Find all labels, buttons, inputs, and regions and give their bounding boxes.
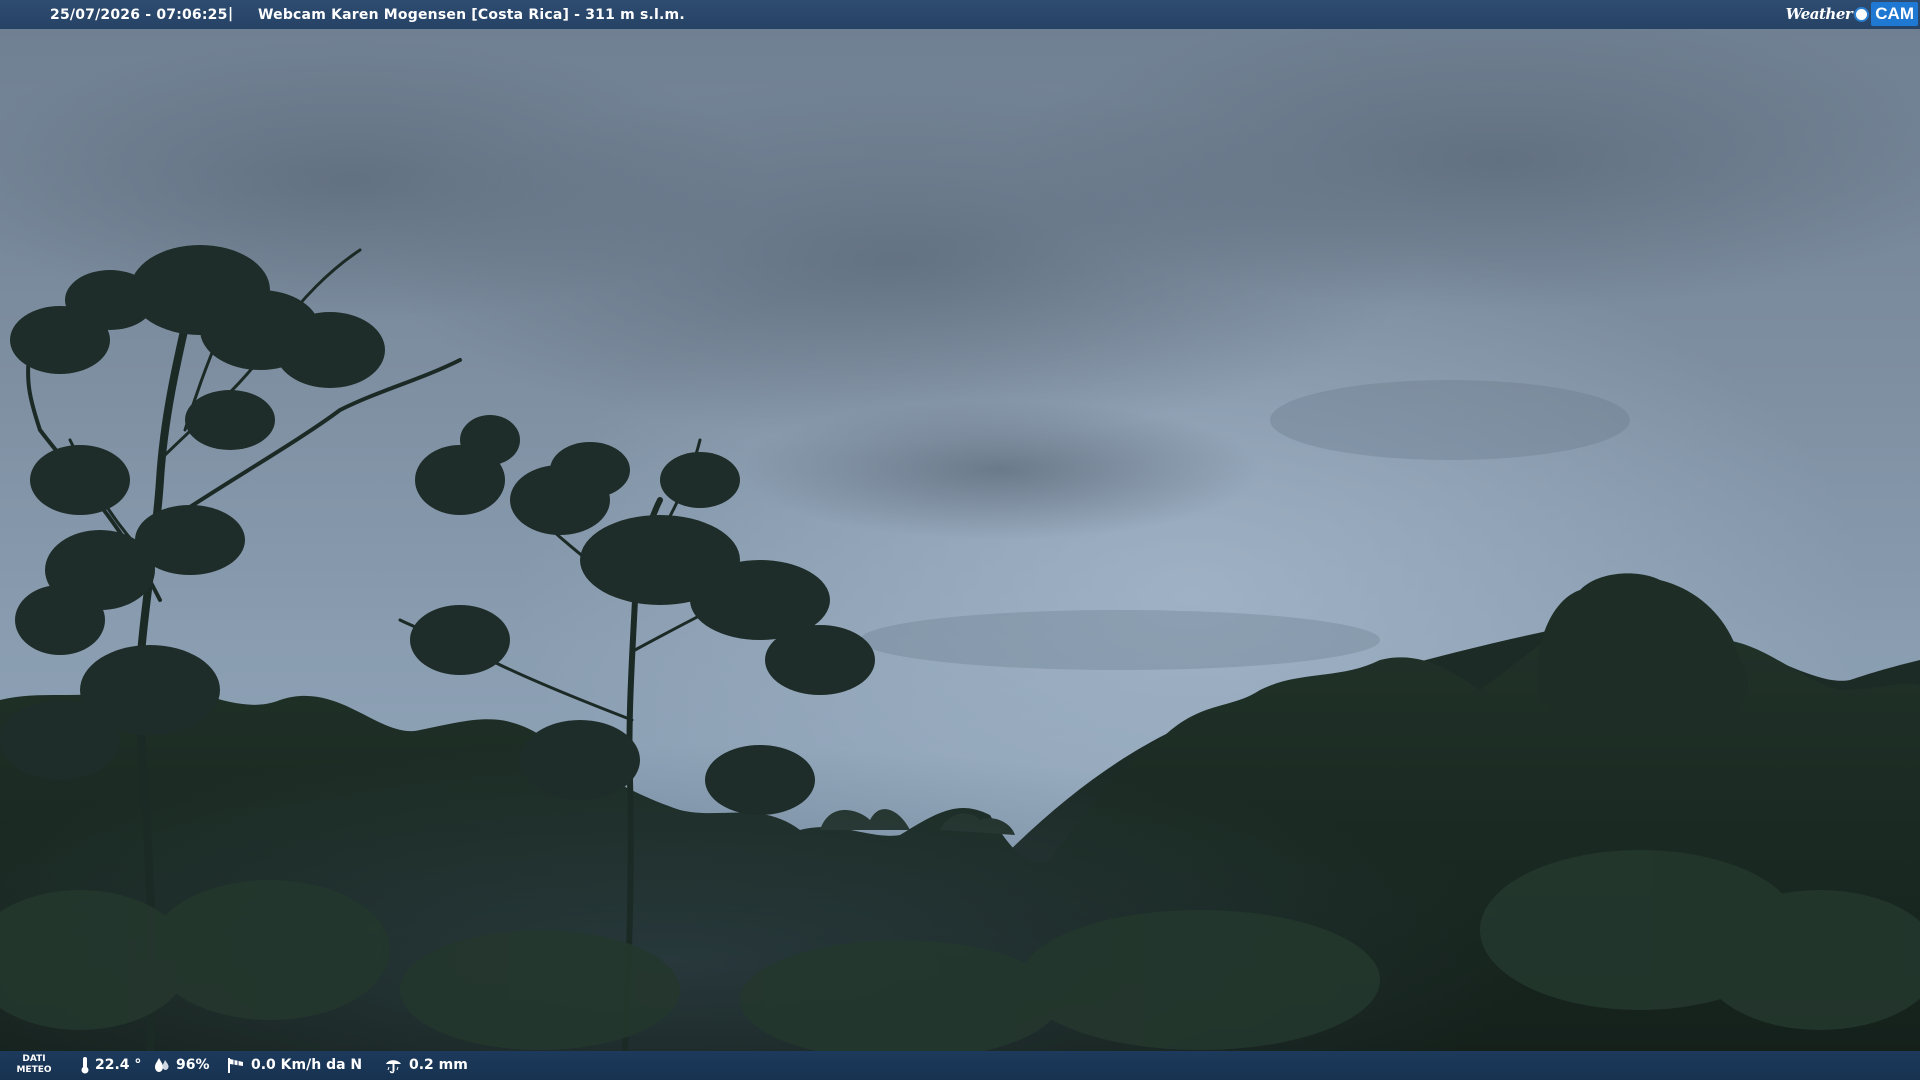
logo-cam-text: CAM bbox=[1871, 2, 1918, 26]
logo-weather-text: Weather bbox=[1785, 5, 1853, 23]
thermometer-icon bbox=[81, 1057, 89, 1074]
logo-dot-icon bbox=[1854, 6, 1870, 22]
webcam-title: Webcam Karen Mogensen [Costa Rica] - 311… bbox=[258, 7, 685, 23]
date-time: 25/07/2026 - 07:06:25 bbox=[50, 7, 228, 23]
top-info-bar: 25/07/2026 - 07:06:25 | Webcam Karen Mog… bbox=[0, 0, 1920, 29]
drop-icon bbox=[155, 1058, 169, 1072]
temperature-stat: 22.4 ° bbox=[80, 1056, 141, 1074]
weather-data-bar: DATI METEO 22.4 ° 96% 0.0 Km/h da N 0.2 … bbox=[0, 1051, 1920, 1080]
rain-stat: 0.2 mm bbox=[384, 1056, 468, 1074]
webcam-frame: 25/07/2026 - 07:06:25 | Webcam Karen Mog… bbox=[0, 0, 1920, 1080]
humidity-value: 96% bbox=[176, 1057, 210, 1073]
meteo-data-label: DATI METEO bbox=[16, 1054, 52, 1076]
wind-value: 0.0 Km/h da N bbox=[251, 1057, 363, 1073]
meteo-label-line2: METEO bbox=[16, 1065, 52, 1075]
humidity-stat: 96% bbox=[153, 1056, 210, 1074]
separator: | bbox=[228, 6, 234, 22]
windsock-icon bbox=[228, 1058, 243, 1073]
rain-value: 0.2 mm bbox=[409, 1057, 468, 1073]
meteo-label-line1: DATI bbox=[22, 1054, 46, 1064]
rain-gauge-icon bbox=[386, 1060, 401, 1074]
temperature-value: 22.4 ° bbox=[95, 1057, 142, 1073]
webcam-image bbox=[0, 0, 1920, 1080]
wind-stat: 0.0 Km/h da N bbox=[226, 1056, 362, 1074]
weathercam-logo: Weather CAM bbox=[1786, 1, 1918, 27]
